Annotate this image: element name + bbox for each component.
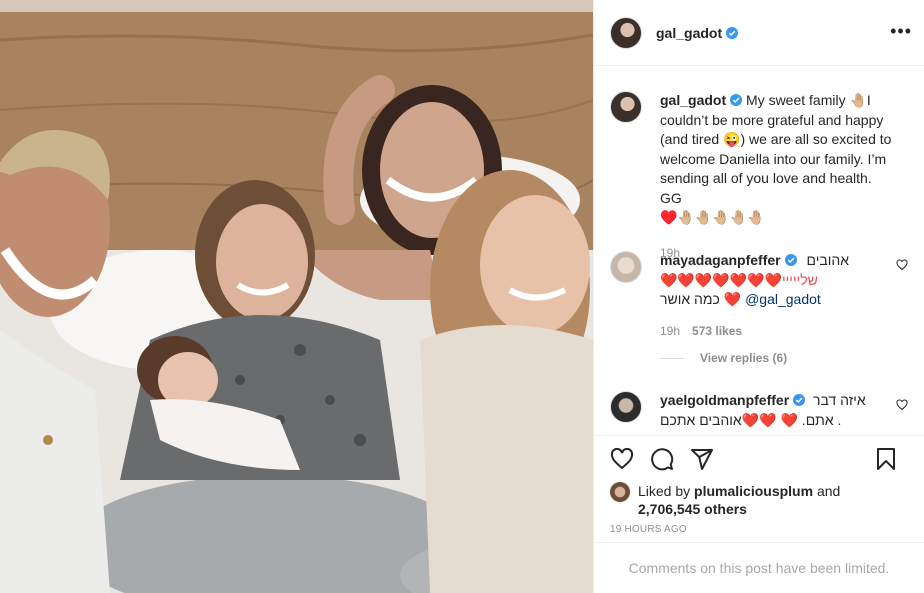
verified-badge-icon (730, 94, 743, 106)
comments-limited-notice: Comments on this post have been limited. (594, 542, 924, 593)
comment-like-heart-icon[interactable] (896, 259, 908, 271)
comment-text-line2: ❤️❤️❤️❤️❤️❤️❤️שלייייי (660, 271, 818, 288)
verified-badge-icon (784, 254, 797, 266)
comment-mention-link[interactable]: @gal_gadot (745, 291, 821, 307)
post-header: gal_gadot ••• (594, 0, 924, 66)
comment-item: mayadaganpfeffer אהובים ❤️❤️❤️❤️❤️❤️❤️של… (610, 251, 908, 341)
commenter-username[interactable]: mayadaganpfeffer (660, 252, 781, 268)
action-icons-row (610, 436, 908, 482)
commenter-avatar[interactable] (610, 391, 642, 423)
caption-emojis: ♥️🤚🏼🤚🏼🤚🏼🤚🏼🤚🏼 (660, 209, 765, 225)
caption-avatar[interactable] (610, 91, 642, 123)
post-photo[interactable] (0, 0, 593, 593)
bookmark-icon[interactable] (874, 447, 898, 471)
comment-icon[interactable] (650, 447, 674, 471)
comment-text-line2: אתם. ❤️ ❤️❤️אוהבים אתכם . (660, 411, 842, 428)
liked-by-and: and (816, 483, 841, 499)
comment-likes[interactable]: 573 likes (692, 324, 742, 338)
likes-others-count[interactable]: 2,706,545 others (638, 501, 747, 517)
author-avatar[interactable] (610, 16, 642, 49)
comment-item: yaelgoldmanpfeffer איזה דבר אתם. ❤️ ❤️❤️… (610, 391, 908, 430)
view-replies-label: View replies (6) (700, 351, 788, 365)
liked-by-prefix: Liked by (638, 483, 691, 499)
family-photo-illustration (0, 0, 593, 593)
author-username[interactable]: gal_gadot (656, 25, 739, 41)
comments-list[interactable]: gal_gadot My sweet family 🤚🏼I couldn’t b… (594, 67, 924, 435)
comment-text-line1: איזה דבר (813, 392, 866, 408)
commenter-username[interactable]: yaelgoldmanpfeffer (660, 392, 789, 408)
replies-divider (660, 357, 684, 359)
heart-icon[interactable] (610, 447, 634, 471)
caption-text: My sweet family 🤚🏼I couldn’t be more gra… (660, 92, 892, 206)
comment-text-line3: כמה אושר ❤️ (660, 291, 742, 307)
post-actions: Liked by plumaliciousplum and 2,706,545 … (594, 435, 924, 535)
post-timestamp[interactable]: 19 HOURS AGO (610, 524, 908, 535)
liker-avatar[interactable] (610, 482, 630, 502)
comment-time[interactable]: 19h (660, 324, 680, 338)
post-side-panel: gal_gadot ••• gal_gadot My sweet family … (593, 0, 924, 593)
share-icon[interactable] (690, 447, 714, 471)
comment-like-heart-icon[interactable] (896, 399, 908, 411)
liker-username[interactable]: plumaliciousplum (694, 483, 813, 499)
caption: gal_gadot My sweet family 🤚🏼I couldn’t b… (610, 91, 908, 263)
liked-by: Liked by plumaliciousplum and 2,706,545 … (610, 482, 908, 518)
verified-badge-icon (726, 26, 739, 39)
verified-badge-icon (793, 394, 806, 406)
caption-username[interactable]: gal_gadot (660, 92, 726, 108)
ellipsis-icon[interactable]: ••• (890, 22, 912, 40)
comment-text-line1: אהובים (806, 252, 850, 268)
view-replies-button[interactable]: View replies (6) (660, 351, 787, 365)
commenter-avatar[interactable] (610, 251, 642, 283)
